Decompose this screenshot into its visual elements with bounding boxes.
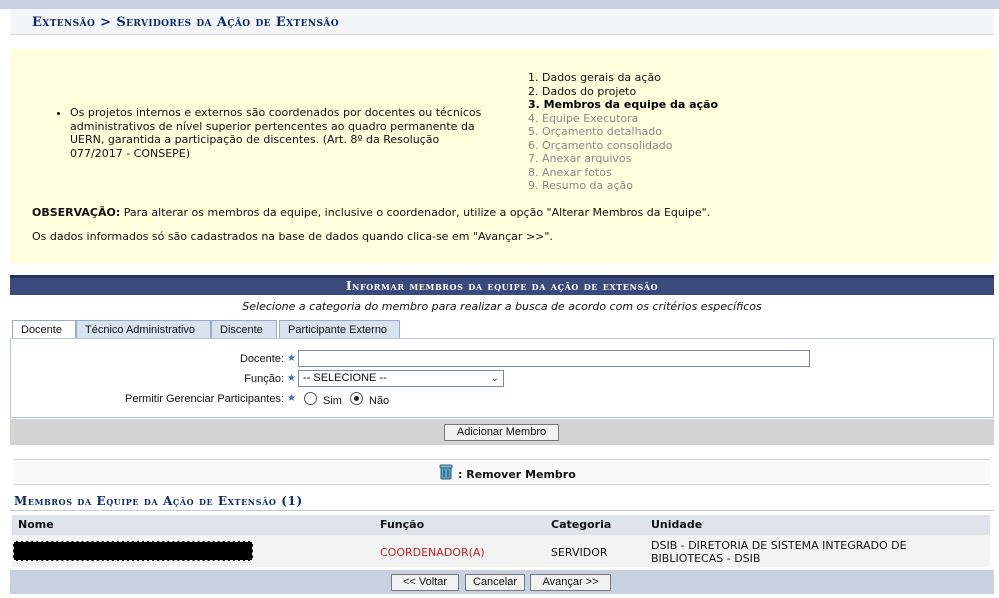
- radio-sim[interactable]: [304, 392, 317, 405]
- funcao-selected-value: -- SELECIONE --: [303, 372, 387, 384]
- info-box: Os projetos internos e externos são coor…: [10, 49, 994, 263]
- step-5: 5. Orçamento detalhado: [528, 125, 662, 138]
- observation-text: Para alterar os membros da equipe, inclu…: [120, 206, 711, 219]
- step-1: 1. Dados gerais da ação: [528, 71, 661, 84]
- step-7: 7. Anexar arquivos: [528, 152, 632, 165]
- members-table-header: [12, 515, 990, 535]
- member-unidade-line1: DSIB - DIRETORIA DE SISTEMA INTEGRADO DE: [651, 539, 907, 552]
- member-categoria: SERVIDOR: [551, 546, 608, 559]
- tab-tecnico-administrativo[interactable]: Técnico Administrativo: [76, 320, 211, 339]
- step-6: 6. Orçamento consolidado: [528, 138, 673, 152]
- tab-participante-externo[interactable]: Participante Externo: [279, 320, 400, 339]
- footer-bar: << Voltar Cancelar Avançar >>: [10, 570, 994, 594]
- wizard-steps: 1. Dados gerais da ação 2. Dados do proj…: [528, 71, 718, 193]
- funcao-label: Função:: [244, 373, 284, 385]
- legend-remove-membro: : Remover Membro: [458, 468, 576, 481]
- top-strip: [0, 0, 999, 9]
- funcao-select[interactable]: -- SELECIONE -- ⌄: [298, 370, 504, 387]
- step-2: 2. Dados do projeto: [528, 84, 637, 98]
- member-unidade-line2: BIBLIOTECAS - DSIB: [651, 552, 761, 565]
- trash-icon: [439, 464, 453, 480]
- voltar-button[interactable]: << Voltar: [391, 574, 459, 591]
- docente-input[interactable]: [298, 350, 810, 367]
- radio-nao-label: Não: [369, 395, 390, 407]
- form-actions: Adicionar Membro: [10, 419, 994, 445]
- info-bullet: Os projetos internos e externos são coor…: [70, 106, 494, 160]
- members-divider: [10, 510, 994, 511]
- chevron-down-icon: ⌄: [490, 373, 499, 384]
- breadcrumb: Extensão > Servidores da Ação de Extensã…: [32, 15, 340, 30]
- avancar-button[interactable]: Avançar >>: [530, 574, 611, 591]
- column-funcao: Função: [380, 518, 425, 531]
- step-9: 9. Resumo da ação: [528, 179, 634, 192]
- info-bullets: Os projetos internos e externos são coor…: [54, 106, 494, 160]
- gerenciar-label: Permitir Gerenciar Participantes:: [125, 393, 284, 405]
- column-unidade: Unidade: [651, 518, 703, 531]
- tab-docente[interactable]: Docente: [12, 320, 76, 340]
- tab-discente[interactable]: Discente: [211, 320, 277, 339]
- redacted-name: [13, 541, 253, 561]
- section-subtitle: Selecione a categoria do membro para rea…: [242, 300, 762, 313]
- required-star-icon: ★: [287, 353, 296, 364]
- radio-sim-label: Sim: [323, 395, 342, 407]
- column-nome: Nome: [18, 518, 54, 531]
- required-star-icon: ★: [287, 373, 296, 384]
- members-title: Membros da Equipe da Ação de Extensão (1…: [14, 494, 303, 508]
- step-8: 8. Anexar fotos: [528, 165, 612, 179]
- step-3: 3. Membros da equipe da ação: [528, 98, 719, 111]
- member-funcao: COORDENADOR(A): [380, 546, 485, 559]
- observation: OBSERVAÇÃO: Para alterar os membros da e…: [32, 206, 710, 219]
- required-star-icon: ★: [287, 393, 296, 404]
- step-4: 4. Equipe Executora: [528, 111, 639, 125]
- save-note: Os dados informados só são cadastrados n…: [32, 230, 553, 243]
- section-header: Informar membros da equipe da ação de ex…: [10, 275, 994, 295]
- column-categoria: Categoria: [551, 518, 612, 531]
- observation-label: OBSERVAÇÃO:: [32, 206, 121, 219]
- radio-nao[interactable]: [350, 392, 363, 405]
- docente-label: Docente:: [239, 353, 284, 365]
- adicionar-membro-button[interactable]: Adicionar Membro: [444, 424, 559, 441]
- breadcrumb-bar: Extensão > Servidores da Ação de Extensã…: [10, 9, 994, 35]
- cancelar-button[interactable]: Cancelar: [465, 574, 525, 591]
